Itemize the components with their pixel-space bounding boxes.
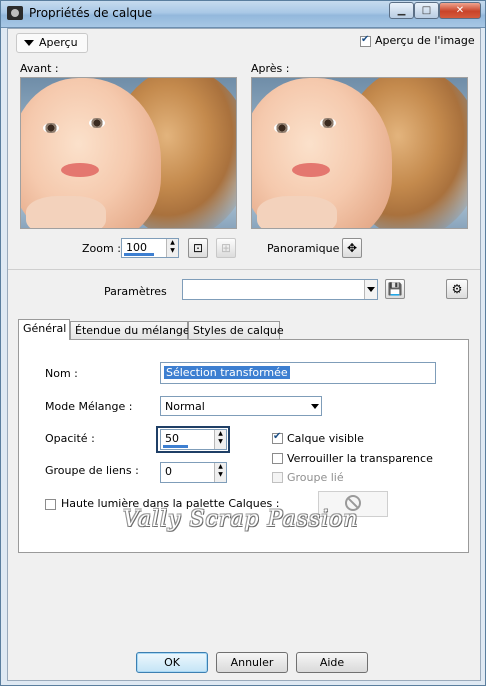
preset-manager-icon[interactable]: ⚙ (446, 279, 468, 299)
link-group-label: Groupe de liens : (45, 464, 139, 477)
title-bar[interactable]: Propriétés de calque ▁ □ ✕ (1, 1, 485, 28)
minimize-button[interactable]: ▁ (389, 2, 414, 19)
fit-zoom-icon[interactable]: ⊡ (188, 238, 208, 258)
window-title: Propriétés de calque (29, 6, 153, 20)
show-image-label: Aperçu de l'image (375, 34, 475, 47)
highlight-checkbox[interactable] (45, 499, 56, 510)
name-field[interactable]: Sélection transformée (160, 362, 436, 384)
group-linked-checkbox[interactable] (272, 472, 283, 483)
chevron-down-icon[interactable] (364, 280, 377, 299)
lips-shape (292, 163, 330, 177)
eye-shape (274, 123, 290, 133)
name-label: Nom : (45, 367, 78, 380)
tab-blend-range[interactable]: Étendue du mélange (70, 321, 190, 339)
presets-label: Paramètres (104, 285, 167, 298)
preview-toggle-button[interactable]: Aperçu (16, 33, 88, 53)
group-linked-label: Groupe lié (287, 471, 344, 484)
after-preview-image[interactable] (251, 77, 468, 229)
spinner-arrows-icon[interactable]: ▲ ▼ (214, 463, 226, 482)
tab-layer-styles[interactable]: Styles de calque (188, 321, 284, 339)
save-preset-icon[interactable]: 💾 (385, 279, 405, 299)
lock-transparency-label: Verrouiller la transparence (287, 452, 433, 465)
eye-shape (43, 123, 59, 133)
after-label: Après : (251, 62, 290, 75)
actual-size-icon[interactable]: ⊞ (216, 238, 236, 258)
pan-icon[interactable]: ✥ (342, 238, 362, 258)
before-label: Avant : (20, 62, 59, 75)
pan-label: Panoramique : (267, 242, 347, 255)
eye-shape (320, 118, 336, 128)
maximize-button[interactable]: □ (414, 2, 439, 19)
before-preview-image[interactable] (20, 77, 237, 229)
lock-transparency-checkbox[interactable] (272, 453, 283, 464)
visible-checkbox[interactable] (272, 431, 283, 444)
zoom-spinner[interactable]: 100 ▲ ▼ (121, 238, 179, 258)
ok-button[interactable]: OK (136, 652, 208, 673)
eye-shape (89, 118, 105, 128)
link-group-spinner[interactable]: 0 ▲ ▼ (160, 462, 227, 483)
lips-shape (61, 163, 99, 177)
spinner-arrows-icon[interactable]: ▲ ▼ (166, 239, 178, 257)
help-button[interactable]: Aide (296, 652, 368, 673)
blend-mode-value: Normal (165, 400, 205, 413)
visible-label: Calque visible (287, 432, 364, 445)
spinner-arrows-icon[interactable]: ▲ ▼ (214, 430, 226, 449)
opacity-value: 50 (165, 432, 179, 445)
hand-shape (26, 196, 106, 228)
zoom-bar (124, 253, 154, 256)
camera-icon (7, 6, 23, 20)
close-button[interactable]: ✕ (439, 2, 481, 19)
opacity-label: Opacité : (45, 432, 95, 445)
chevron-down-icon (24, 40, 34, 46)
dialog-body: Aperçu Aperçu de l'image Avant : Après :… (7, 28, 481, 681)
tab-general[interactable]: Général (18, 319, 70, 340)
dialog-window: Propriétés de calque ▁ □ ✕ Aperçu Aperçu… (0, 0, 486, 686)
opacity-spinner[interactable]: 50 ▲ ▼ (160, 429, 227, 450)
name-value: Sélection transformée (164, 366, 290, 379)
show-image-checkbox[interactable] (360, 34, 371, 47)
blend-mode-select[interactable]: Normal (160, 396, 322, 416)
cancel-button[interactable]: Annuler (216, 652, 288, 673)
presets-combo[interactable] (182, 279, 378, 300)
chevron-down-icon[interactable] (309, 397, 321, 415)
divider (8, 269, 480, 270)
watermark-text: Vally Scrap Passion (123, 507, 359, 532)
link-group-value: 0 (165, 465, 172, 478)
zoom-label: Zoom : (82, 242, 121, 255)
hand-shape (257, 196, 337, 228)
preview-toggle-label: Aperçu (39, 36, 78, 49)
blend-mode-label: Mode Mélange : (45, 400, 133, 413)
opacity-bar (163, 445, 188, 448)
